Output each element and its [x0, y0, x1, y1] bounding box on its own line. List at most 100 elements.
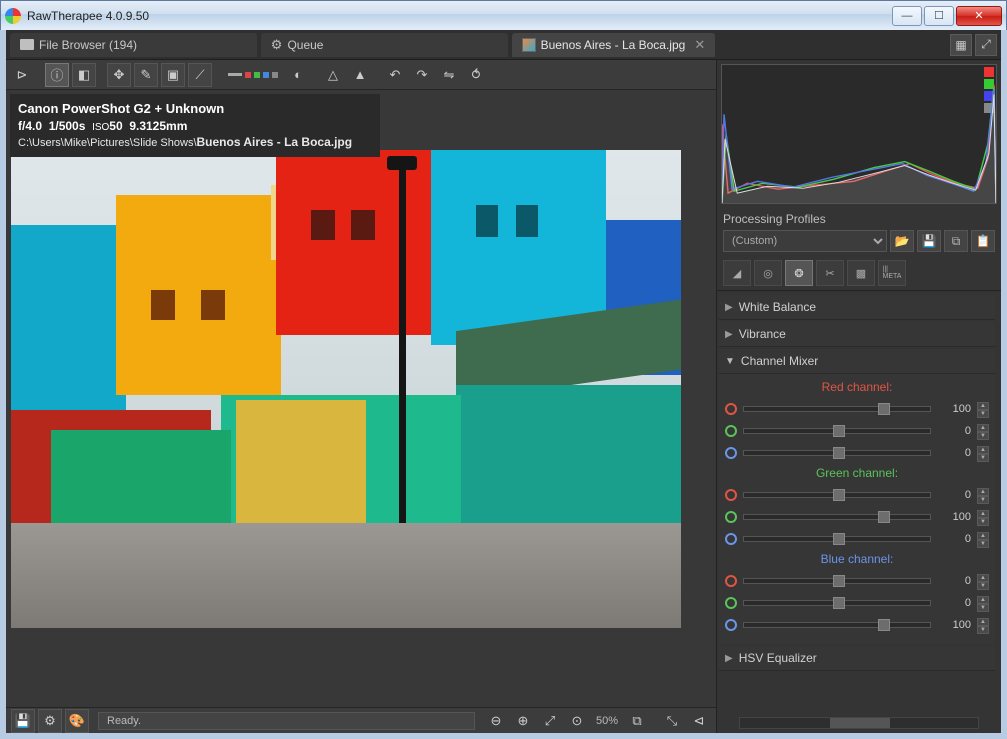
- blue-b-value: 100: [937, 619, 971, 631]
- info-button[interactable]: ⓘ: [45, 63, 69, 87]
- fullscreen-toggle-button[interactable]: ⤢: [975, 34, 997, 56]
- blue-r-slider[interactable]: [743, 578, 931, 584]
- expand-icon: ⤡: [667, 713, 677, 729]
- profile-paste-button[interactable]: 📋: [971, 230, 995, 252]
- window-close-button[interactable]: ✕: [956, 6, 1002, 26]
- ring-red-icon: [725, 575, 737, 587]
- highlight-clip-button[interactable]: △: [321, 63, 345, 87]
- copy-icon: ⧉: [952, 234, 961, 249]
- image-preview-area[interactable]: Canon PowerShot G2 + Unknown f/4.0 1/500…: [6, 90, 716, 707]
- profile-save-button[interactable]: 💾: [917, 230, 941, 252]
- straighten-tool-button[interactable]: ⟋: [188, 63, 212, 87]
- tool-panels[interactable]: ▶ White Balance ▶ Vibrance ▼ Channel Mix…: [717, 291, 1001, 713]
- tab-metadata[interactable]: |||META: [878, 260, 906, 286]
- panel-channel-mixer[interactable]: ▼ Channel Mixer: [719, 349, 995, 374]
- window-maximize-button[interactable]: ☐: [924, 6, 954, 26]
- tab-color[interactable]: ❂: [785, 260, 813, 286]
- zoom-fit-button[interactable]: ⤢: [538, 709, 562, 733]
- folder-open-icon: 📂: [895, 234, 910, 248]
- green-r-spinner[interactable]: ▲▼: [977, 488, 989, 502]
- soft-proof-button[interactable]: ◐: [286, 63, 310, 87]
- close-icon[interactable]: ✕: [694, 37, 705, 53]
- tab-image[interactable]: Buenos Aires - La Boca.jpg ✕: [512, 33, 716, 57]
- panel-white-balance[interactable]: ▶ White Balance: [719, 295, 995, 320]
- new-detail-window-button[interactable]: ⧉: [625, 709, 649, 733]
- red-channel-label: Red channel:: [725, 378, 989, 398]
- ring-green-icon: [725, 511, 737, 523]
- zoom-in-button[interactable]: ⊕: [511, 709, 535, 733]
- blue-g-slider[interactable]: [743, 600, 931, 606]
- panel-channel-mixer-label: Channel Mixer: [741, 354, 818, 368]
- transform-icon: ✂: [825, 267, 834, 280]
- processing-profiles: Processing Profiles (Custom) 📂 💾 ⧉ 📋: [717, 208, 1001, 256]
- red-r-slider[interactable]: [743, 406, 931, 412]
- toggle-panels-button[interactable]: ⤡: [660, 709, 684, 733]
- window-titlebar: RawTherapee 4.0.9.50 — ☐ ✕: [0, 0, 1007, 30]
- panel-vibrance[interactable]: ▶ Vibrance: [719, 322, 995, 347]
- image-info-overlay: Canon PowerShot G2 + Unknown f/4.0 1/500…: [10, 94, 380, 157]
- tab-detail[interactable]: ◎: [754, 260, 782, 286]
- red-b-spinner[interactable]: ▲▼: [977, 446, 989, 460]
- tab-file-browser-label: File Browser (194): [39, 38, 137, 52]
- horizontal-scrollbar[interactable]: [739, 717, 979, 729]
- hand-tool-button[interactable]: ✥: [107, 63, 131, 87]
- red-g-spinner[interactable]: ▲▼: [977, 424, 989, 438]
- blue-r-spinner[interactable]: ▲▼: [977, 574, 989, 588]
- detail-window-icon: ⧉: [632, 713, 641, 729]
- histogram[interactable]: [721, 64, 997, 204]
- green-g-slider[interactable]: [743, 514, 931, 520]
- ring-blue-icon: [725, 619, 737, 631]
- picker-tool-button[interactable]: ✎: [134, 63, 158, 87]
- window-minimize-button[interactable]: —: [892, 6, 922, 26]
- blue-b-spinner[interactable]: ▲▼: [977, 618, 989, 632]
- processing-profiles-label: Processing Profiles: [723, 212, 995, 226]
- edit-external-button[interactable]: 🎨: [65, 709, 89, 733]
- straighten-icon: ⟋: [195, 67, 204, 83]
- before-after-button[interactable]: ◧: [72, 63, 96, 87]
- red-g-slider[interactable]: [743, 428, 931, 434]
- crop-tool-button[interactable]: ▣: [161, 63, 185, 87]
- green-channel-label: Green channel:: [725, 464, 989, 484]
- green-b-slider[interactable]: [743, 536, 931, 542]
- rotate-left-button[interactable]: ↶: [383, 63, 407, 87]
- tab-queue[interactable]: ⚙ Queue: [261, 33, 508, 57]
- queue-add-button[interactable]: ⚙: [38, 709, 62, 733]
- main-tab-strip: File Browser (194) ⚙ Queue Buenos Aires …: [6, 30, 1001, 60]
- folder-icon: [20, 39, 34, 50]
- green-g-spinner[interactable]: ▲▼: [977, 510, 989, 524]
- profile-select[interactable]: (Custom): [723, 230, 887, 252]
- tab-raw[interactable]: ▩: [847, 260, 875, 286]
- softproof-icon: ◐: [294, 67, 302, 82]
- green-r-value: 0: [937, 489, 971, 501]
- zoom-in-icon: ⊕: [518, 713, 529, 729]
- green-r-slider[interactable]: [743, 492, 931, 498]
- blue-g-spinner[interactable]: ▲▼: [977, 596, 989, 610]
- flip-v-button[interactable]: ⥀: [464, 63, 488, 87]
- layout-toggle-button[interactable]: ▦: [950, 34, 972, 56]
- left-panel-toggle[interactable]: ⊳: [10, 63, 34, 87]
- info-exposure: f/4.0 1/500s ISO50 9.3125mm: [18, 118, 372, 135]
- profile-load-button[interactable]: 📂: [890, 230, 914, 252]
- right-panel-toggle[interactable]: ⊲: [687, 709, 711, 733]
- zoom-out-icon: ⊖: [491, 713, 502, 729]
- green-b-spinner[interactable]: ▲▼: [977, 532, 989, 546]
- save-button[interactable]: 💾: [11, 709, 35, 733]
- blue-b-slider[interactable]: [743, 622, 931, 628]
- red-r-spinner[interactable]: ▲▼: [977, 402, 989, 416]
- profile-copy-button[interactable]: ⧉: [944, 230, 968, 252]
- clipping-indicators[interactable]: [223, 72, 283, 78]
- red-b-value: 0: [937, 447, 971, 459]
- zoom-100-button[interactable]: ⊙: [565, 709, 589, 733]
- red-b-slider[interactable]: [743, 450, 931, 456]
- flip-h-button[interactable]: ⇋: [437, 63, 461, 87]
- ring-red-icon: [725, 403, 737, 415]
- zoom-out-button[interactable]: ⊖: [484, 709, 508, 733]
- tab-transform[interactable]: ✂: [816, 260, 844, 286]
- rotate-right-button[interactable]: ↷: [410, 63, 434, 87]
- ring-red-icon: [725, 489, 737, 501]
- gear-icon: ⚙: [44, 713, 56, 729]
- tab-file-browser[interactable]: File Browser (194): [10, 33, 257, 57]
- panel-hsv-equalizer[interactable]: ▶ HSV Equalizer: [719, 646, 995, 671]
- tab-exposure[interactable]: ◢: [723, 260, 751, 286]
- shadow-clip-button[interactable]: ▲: [348, 63, 372, 87]
